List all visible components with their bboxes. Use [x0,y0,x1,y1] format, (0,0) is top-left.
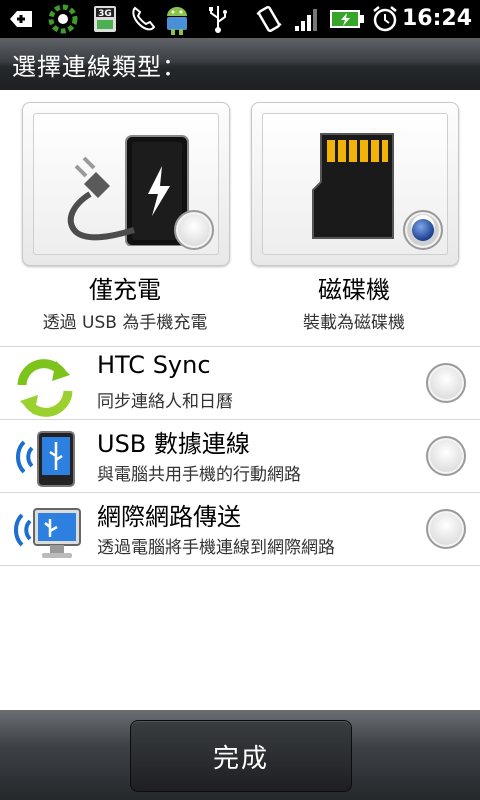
sd-card-icon [307,130,407,246]
usb-tethering-icon [12,428,78,487]
network-type: 3G [98,9,112,19]
page-title: 選擇連線類型： [12,53,187,81]
loading-icon [46,4,80,34]
htc-sync-radio[interactable] [426,363,466,403]
sync-icon [12,355,78,417]
disk-drive-radio[interactable] [403,210,443,250]
usb-tethering-radio[interactable] [426,436,466,476]
bottom-bar: 完成 [0,710,480,800]
status-time: 16:24 [401,6,472,31]
done-button[interactable]: 完成 [130,720,352,792]
list-item-usb-tethering[interactable]: USB 數據連線 與電腦共用手機的行動網路 [0,419,480,492]
status-bar: 3G 16:24 [0,0,480,38]
usb-tethering-subtitle: 與電腦共用手機的行動網路 [97,465,301,485]
htc-sync-title: HTC Sync [97,351,211,379]
list-item-htc-sync[interactable]: HTC Sync 同步連絡人和日曆 [0,346,480,419]
option-card-disk-drive[interactable] [251,102,459,266]
charge-only-radio[interactable] [174,210,214,250]
android-icon [160,4,194,35]
option-card-charge-only[interactable] [22,102,230,266]
internet-passthrough-radio[interactable] [426,509,466,549]
sim-3g-icon: 3G [92,4,118,34]
phone-icon [128,4,158,34]
internet-passthrough-icon [12,501,81,558]
list-divider [0,565,480,566]
card-frame [262,113,448,255]
title-bar: 選擇連線類型： [0,38,480,90]
vibrate-icon [254,4,284,34]
internet-passthrough-title: 網際網路傳送 [97,503,241,531]
battery-charging-icon [328,4,366,34]
charge-only-label: 僅充電 [89,276,161,304]
disk-drive-label: 磁碟機 [318,276,390,304]
card-frame [33,113,219,255]
charge-only-description: 透過 USB 為手機充電 [42,313,208,333]
add-icon [6,4,36,34]
htc-sync-subtitle: 同步連絡人和日曆 [97,392,233,412]
usb-tethering-title: USB 數據連線 [97,430,250,458]
disk-drive-description: 裝載為磁碟機 [303,313,405,333]
usb-icon [204,4,232,34]
list-item-internet-passthrough[interactable]: 網際網路傳送 透過電腦將手機連線到網際網路 [0,492,480,565]
internet-passthrough-subtitle: 透過電腦將手機連線到網際網路 [97,538,335,558]
alarm-icon [370,4,400,34]
signal-icon [292,4,322,34]
